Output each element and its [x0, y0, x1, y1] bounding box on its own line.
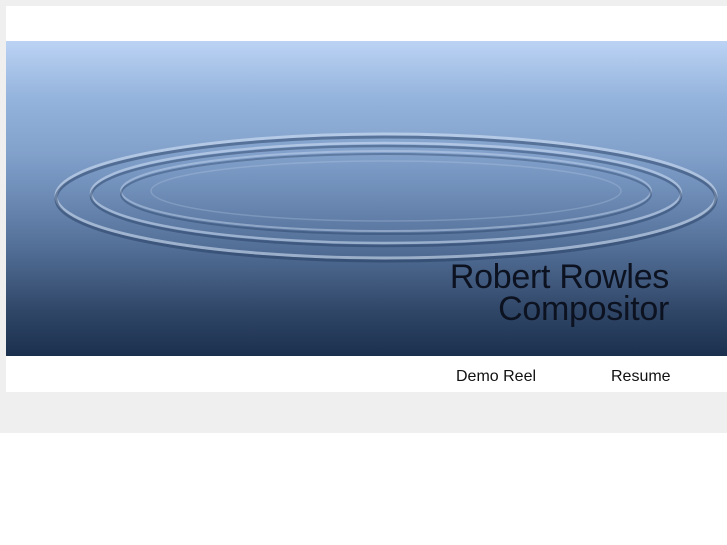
demo-reel-link[interactable]: Demo Reel: [456, 368, 536, 386]
site-owner-role: Compositor: [498, 290, 669, 328]
site-owner-name: Robert Rowles: [449, 258, 669, 296]
resume-link[interactable]: Resume: [611, 368, 671, 386]
water-ripple-banner: Robert Rowles Compositor: [6, 41, 727, 356]
main-navigation: Demo Reel Resume: [6, 362, 727, 392]
content-card: Robert Rowles Compositor Demo Reel Resum…: [6, 6, 727, 392]
title-block: Robert Rowles Compositor: [449, 258, 669, 328]
